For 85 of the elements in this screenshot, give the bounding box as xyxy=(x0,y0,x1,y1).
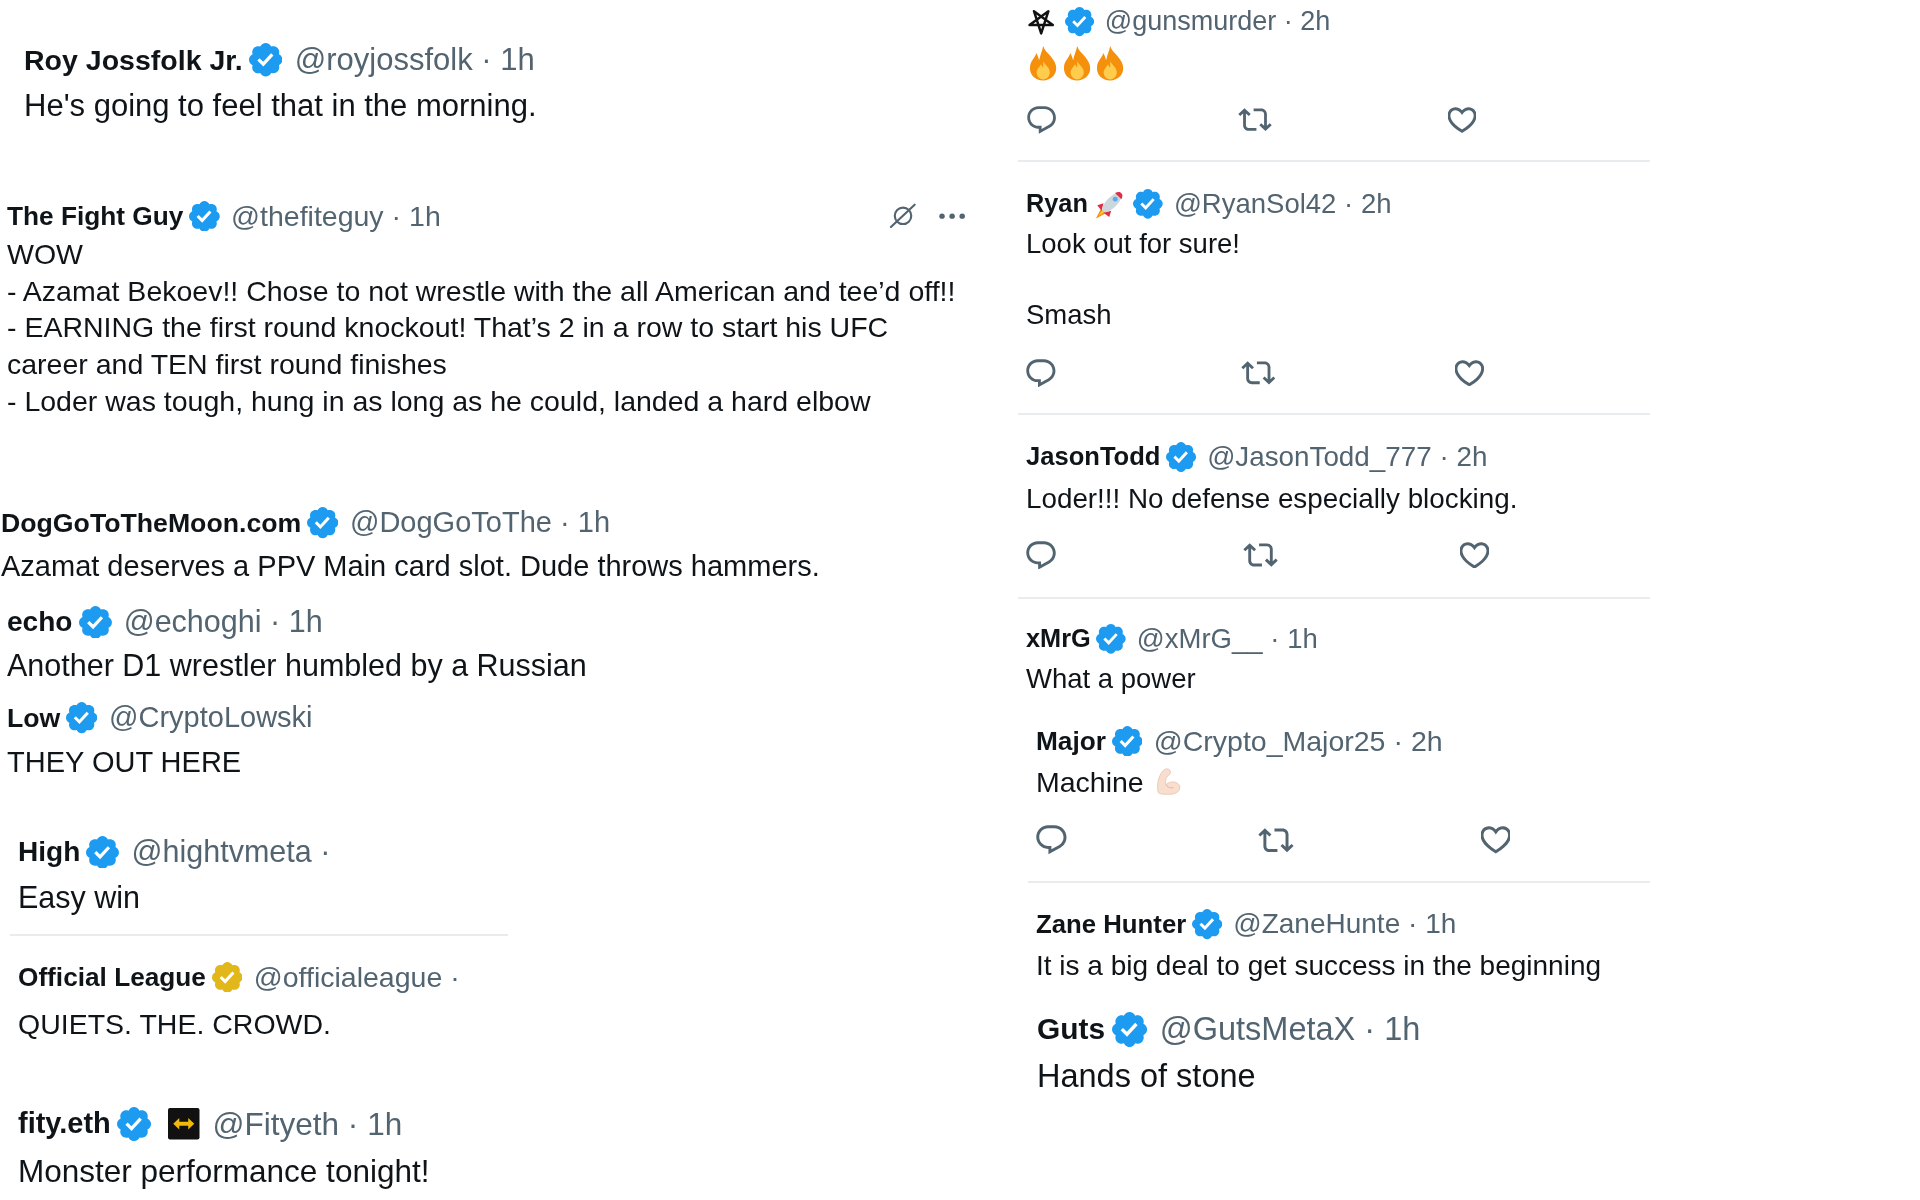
separator: · xyxy=(1364,1010,1376,1049)
post-text: Loder!!! No defense especially blocking. xyxy=(1026,483,1518,514)
heart-icon[interactable] xyxy=(1459,541,1489,569)
user-handle[interactable]: @ZaneHunte xyxy=(1233,908,1401,941)
speech-bubble-icon[interactable] xyxy=(1026,358,1056,388)
separator: · xyxy=(560,506,570,540)
speech-bubble-icon[interactable] xyxy=(1026,540,1056,570)
post-text: What a power xyxy=(1026,663,1196,694)
separator: · xyxy=(1393,724,1403,758)
user-handle[interactable]: @Fityeth xyxy=(212,1105,340,1143)
separator: · xyxy=(1270,623,1280,655)
post-text: Easy win xyxy=(18,879,141,914)
user-handle[interactable]: @royjossfolk xyxy=(294,42,473,78)
user-handle[interactable]: @echoghi xyxy=(123,604,262,640)
separator: · xyxy=(1344,188,1354,220)
timestamp[interactable]: 1h xyxy=(500,42,535,78)
separator: · xyxy=(481,42,492,78)
user-handle[interactable]: @hightvmeta xyxy=(131,834,312,870)
separator: · xyxy=(450,960,460,994)
timestamp[interactable]: 2h xyxy=(1360,188,1392,220)
separator: · xyxy=(1408,908,1418,941)
post-text: QUIETS. THE. CROWD. xyxy=(18,1007,331,1040)
separator: · xyxy=(320,834,331,870)
timestamp[interactable]: 1h xyxy=(288,604,323,640)
display-name[interactable]: The Fight Guy xyxy=(7,200,184,232)
display-name[interactable]: DogGoToTheMoon.com xyxy=(1,507,302,539)
separator: · xyxy=(1439,441,1449,473)
timestamp[interactable]: 1h xyxy=(409,199,441,233)
post-text: Hands of stone xyxy=(1037,1058,1256,1094)
separator: · xyxy=(391,199,402,233)
timestamp[interactable]: 1h xyxy=(367,1105,403,1143)
post-text: THEY OUT HERE xyxy=(7,746,242,778)
post-text: It is a big deal to get success in the beginning xyxy=(1036,950,1602,981)
display-name[interactable]: Zane Hunter xyxy=(1036,909,1187,940)
repeat-arrows-icon[interactable] xyxy=(1240,361,1276,385)
user-handle[interactable]: @Crypto_Major25 xyxy=(1153,724,1386,758)
post-text: Another D1 wrestler humbled by a Russian xyxy=(7,647,587,682)
user-handle[interactable]: @CryptoLowski xyxy=(109,701,313,735)
timestamp[interactable]: 2h xyxy=(1300,6,1331,38)
user-handle[interactable]: @DogGoToThe xyxy=(349,506,552,540)
display-name[interactable]: Official League xyxy=(18,961,206,993)
post-text: WOW - Azamat Bekoev!! Chose to not wrestle with the all American and tee’d off!! - EARNING the first round knockout! That’s 2 in a row to start his UFC career and TEN first round finishes - Loder was tough, hung in as long as he could, landed a hard elbow xyxy=(7,238,956,417)
timestamp[interactable]: 1h xyxy=(1384,1010,1421,1049)
post-text: Machine xyxy=(1036,765,1144,798)
user-handle[interactable]: @xMrG__ xyxy=(1136,623,1263,655)
display-name[interactable]: Guts xyxy=(1037,1012,1106,1047)
speech-bubble-icon[interactable] xyxy=(1027,105,1057,135)
display-name[interactable]: echo xyxy=(7,605,73,639)
user-handle[interactable]: @RyanSol42 xyxy=(1173,188,1337,220)
heart-icon[interactable] xyxy=(1480,826,1511,854)
timestamp[interactable]: 2h xyxy=(1410,724,1443,758)
heart-icon[interactable] xyxy=(1455,359,1484,387)
display-name[interactable]: High xyxy=(18,835,81,869)
timestamp[interactable]: 1h xyxy=(577,506,611,540)
post-text: Azamat deserves a PPV Main card slot. Dude throws hammers. xyxy=(1,549,820,582)
timestamp[interactable]: 1h xyxy=(1425,908,1457,941)
speech-bubble-icon[interactable] xyxy=(1036,825,1067,855)
timestamp[interactable]: 1h xyxy=(1287,623,1318,655)
double-arrow-badge-icon xyxy=(168,1108,200,1140)
display-name[interactable]: fity.eth xyxy=(18,1107,111,1141)
post-text: Look out for sure! Smash xyxy=(1026,228,1240,330)
separator: · xyxy=(1283,6,1293,38)
user-handle[interactable]: @GutsMetaX xyxy=(1159,1010,1356,1049)
more-icon[interactable] xyxy=(938,212,965,220)
repeat-arrows-icon[interactable] xyxy=(1258,827,1295,853)
post-text: He's going to feel that in the morning. xyxy=(24,88,537,123)
user-handle[interactable]: @JasonTodd_777 xyxy=(1207,441,1432,473)
post-text: Monster performance tonight! xyxy=(18,1152,430,1189)
timestamp[interactable]: 2h xyxy=(1456,441,1488,473)
user-handle[interactable]: @thefiteguy xyxy=(231,199,384,233)
user-handle[interactable]: @gunsmurder xyxy=(1104,6,1277,38)
display-name[interactable]: Major xyxy=(1036,725,1106,757)
heart-icon[interactable] xyxy=(1448,107,1477,133)
display-name[interactable]: Low xyxy=(7,702,61,734)
user-handle[interactable]: @officialeague xyxy=(253,960,443,994)
repeat-arrows-icon[interactable] xyxy=(1237,108,1272,132)
display-name[interactable]: JasonTodd xyxy=(1026,442,1161,472)
separator: · xyxy=(270,604,281,640)
display-name[interactable]: Roy Jossfolk Jr. xyxy=(24,43,243,77)
repeat-arrows-icon[interactable] xyxy=(1242,543,1278,567)
display-name[interactable]: xMrG xyxy=(1026,624,1091,654)
display-name[interactable]: Ryan xyxy=(1026,189,1088,219)
pentagram-icon xyxy=(1027,9,1056,35)
slashed-circle-icon[interactable] xyxy=(888,203,918,229)
separator: · xyxy=(347,1105,359,1143)
